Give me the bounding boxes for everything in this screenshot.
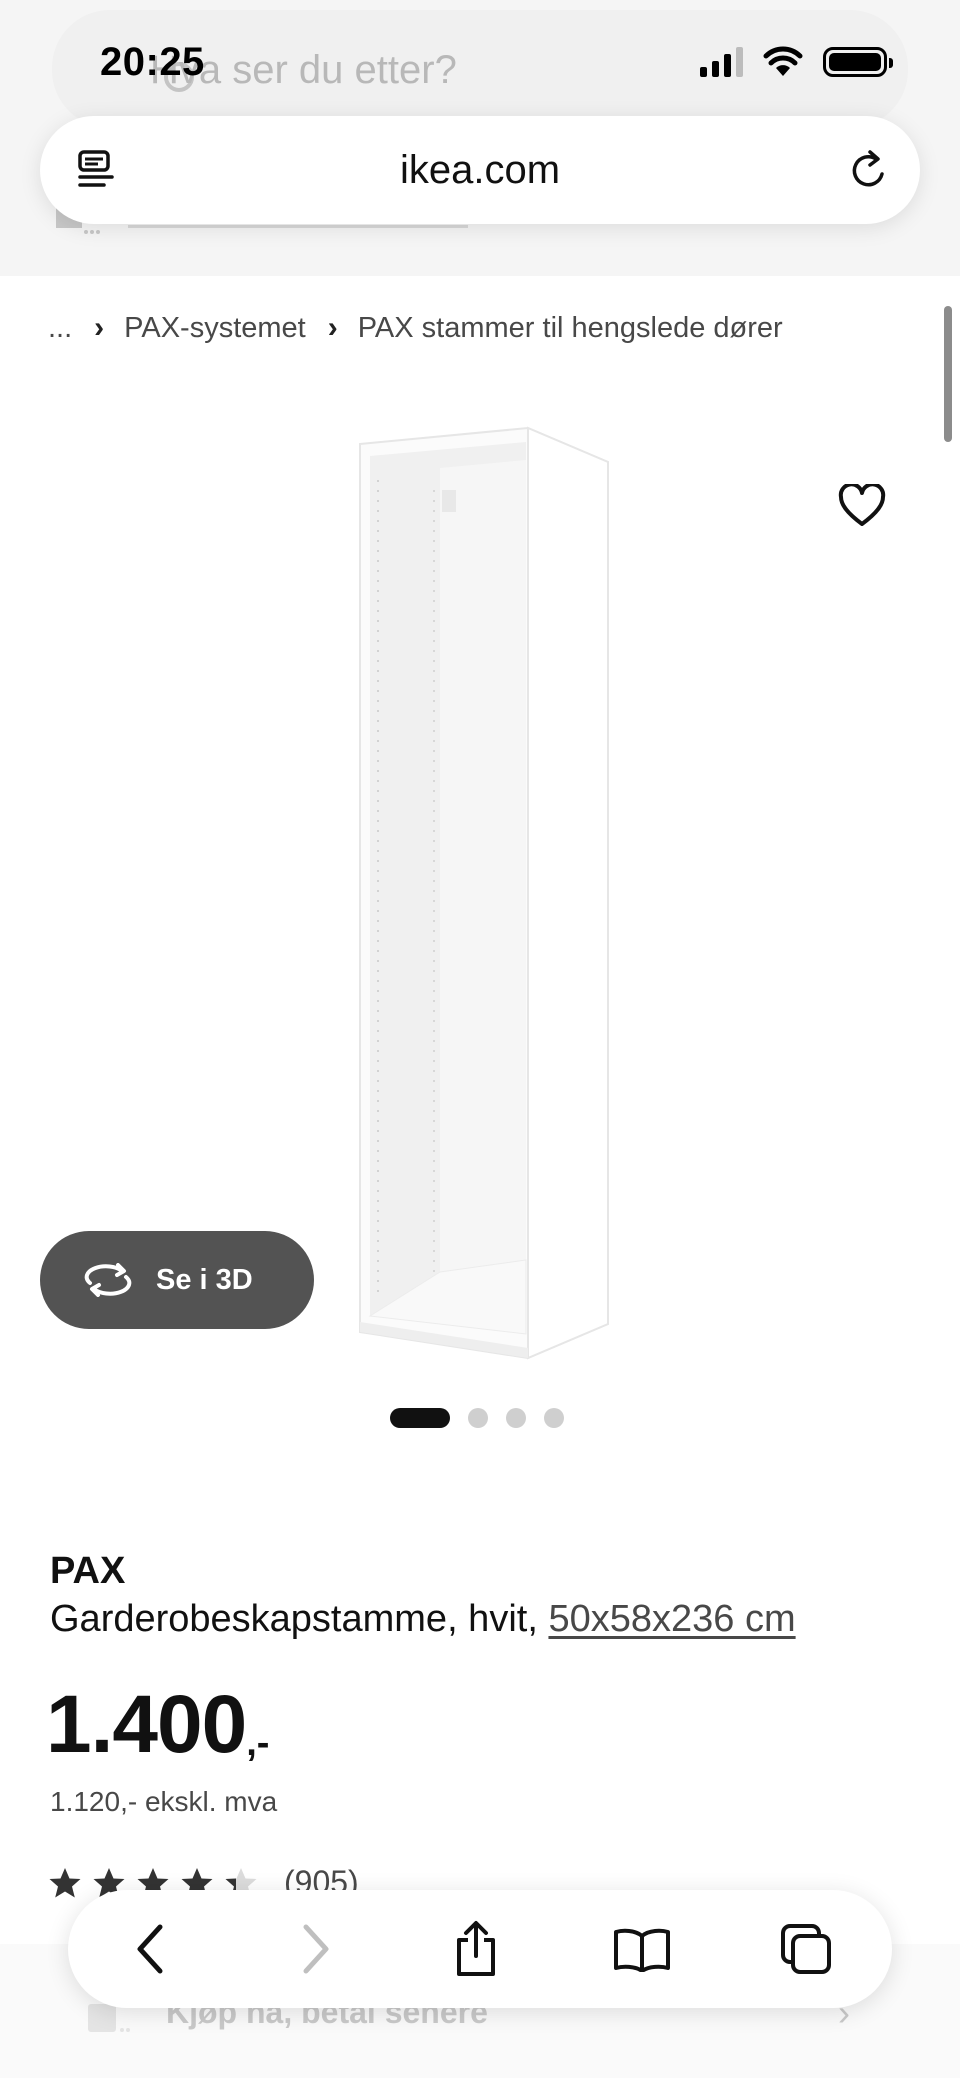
address-bar[interactable]: ikea.com <box>40 116 920 224</box>
product-image[interactable] <box>330 420 640 1360</box>
share-button[interactable] <box>446 1919 506 1979</box>
browser-toolbar <box>68 1890 892 2008</box>
price-excl-vat: 1.120,- ekskl. mva <box>50 1786 278 1817</box>
chevron-right-icon: › <box>327 311 338 344</box>
view-3d-label: Se i 3D <box>156 1263 253 1296</box>
scrollbar[interactable] <box>944 306 952 442</box>
reload-icon[interactable] <box>846 148 892 194</box>
product-description: Garderobeskapstamme, hvit, 50x58x236 cm <box>50 1598 796 1641</box>
wifi-icon <box>763 46 803 76</box>
share-icon <box>457 1921 495 1976</box>
breadcrumb-ellipsis[interactable]: ... <box>48 312 72 345</box>
tabs-icon <box>781 1924 831 1974</box>
rotate-3d-icon <box>84 1263 132 1297</box>
breadcrumb-item[interactable]: PAX-systemet <box>124 312 306 345</box>
star-icon <box>49 1867 81 1897</box>
view-3d-button[interactable]: Se i 3D <box>40 1231 314 1329</box>
image-carousel-dots <box>390 1406 564 1430</box>
chevron-left-icon <box>137 1924 163 1974</box>
bookmarks-button[interactable] <box>612 1919 672 1979</box>
battery-icon <box>823 47 893 77</box>
carousel-dot[interactable] <box>468 1408 488 1428</box>
tabs-button[interactable] <box>776 1919 836 1979</box>
price-amount: 1.400 <box>46 1679 247 1770</box>
breadcrumb-item[interactable]: PAX stammer til hengslede dører <box>358 312 783 345</box>
book-icon <box>614 1928 670 1972</box>
carousel-dot[interactable] <box>506 1408 526 1428</box>
product-price: 1.400 ,- <box>46 1680 269 1770</box>
carousel-dot[interactable] <box>390 1408 450 1428</box>
product-name: PAX <box>50 1550 126 1592</box>
product-dimensions-link[interactable]: 50x58x236 cm <box>548 1598 795 1640</box>
status-icons <box>700 44 893 80</box>
status-time: 20:25 <box>100 40 205 84</box>
chevron-right-icon: › <box>94 311 105 344</box>
breadcrumb: ... › PAX-systemet › PAX stammer til hen… <box>48 308 783 348</box>
cellular-signal-icon <box>700 47 743 77</box>
back-button[interactable] <box>120 1919 180 1979</box>
url-text[interactable]: ikea.com <box>40 116 920 224</box>
heart-icon <box>838 484 886 526</box>
carousel-dot[interactable] <box>544 1408 564 1428</box>
favorite-button[interactable] <box>832 476 892 536</box>
forward-button[interactable] <box>286 1919 346 1979</box>
price-suffix: ,- <box>246 1722 270 1764</box>
chevron-right-icon <box>303 1924 329 1974</box>
product-description-text: Garderobeskapstamme, hvit, <box>50 1598 538 1640</box>
